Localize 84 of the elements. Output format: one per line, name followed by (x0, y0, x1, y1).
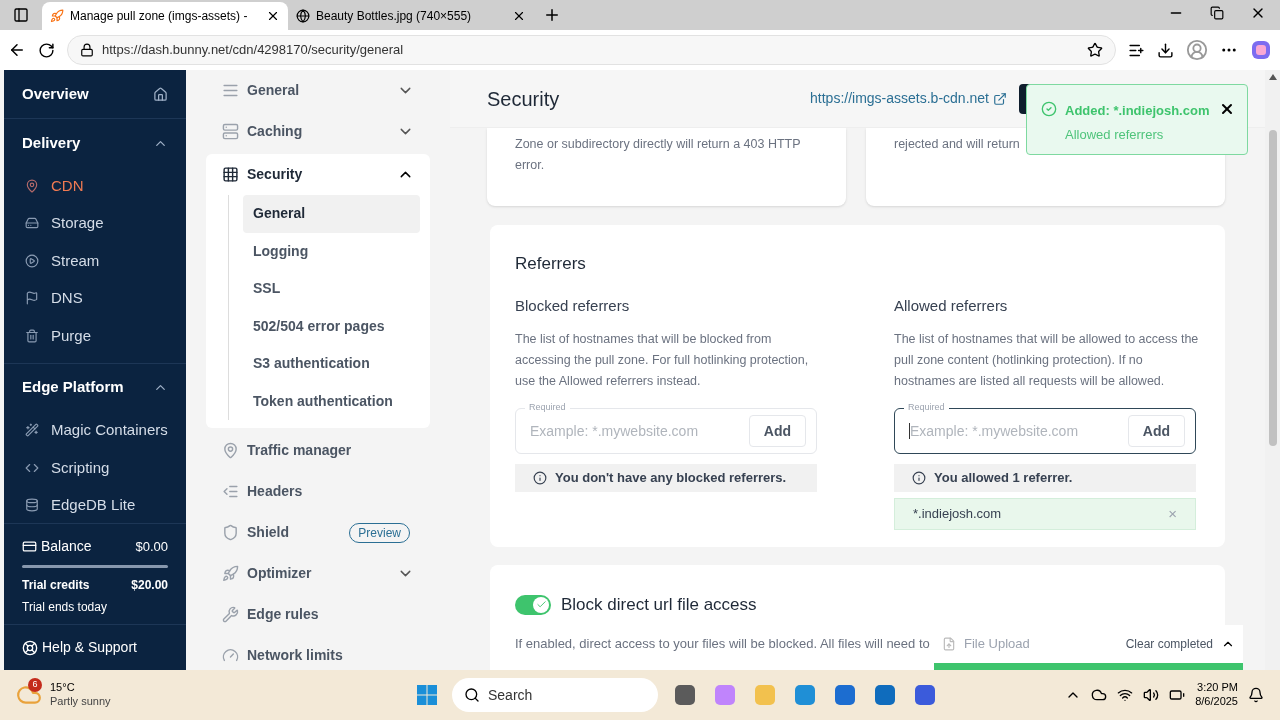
settings-subitem[interactable]: 502/504 error pages (243, 307, 420, 345)
settings-nav-item[interactable]: Security (206, 154, 430, 195)
nav-label: Headers (247, 482, 304, 501)
item-label: DNS (51, 288, 83, 308)
section-title: Edge Platform (22, 377, 124, 398)
card-title: Referrers (515, 253, 587, 275)
sidebar-item[interactable]: Storage (4, 204, 186, 242)
clock-time: 3:20 PM (1197, 681, 1238, 695)
nav-label: Caching (247, 122, 304, 141)
settings-subitem[interactable]: S3 authentication (243, 345, 420, 383)
item-label: Storage (51, 213, 104, 233)
nav-label: Network limits (247, 646, 344, 665)
settings-subitem[interactable]: Token authentication (243, 382, 420, 420)
settings-nav-item[interactable]: Network limits (206, 635, 430, 670)
settings-nav-item[interactable]: Shield Preview (206, 512, 430, 553)
address-bar[interactable]: https://dash.bunny.net/cdn/4298170/security/general (67, 35, 1116, 65)
add-button[interactable]: Add (1127, 415, 1185, 447)
sidebar-item[interactable]: Stream (4, 242, 186, 280)
column-title: Allowed referrers (894, 295, 1009, 316)
clock-date: 8/6/2025 (1195, 695, 1238, 709)
tab-title: Manage pull zone (imgs-assets) - (70, 8, 249, 25)
settings-nav-item[interactable]: Traffic manager (206, 430, 430, 471)
sidebar-item[interactable]: DNS (4, 279, 186, 317)
item-label: EdgeDB Lite (51, 495, 136, 515)
nav-label: Shield (247, 523, 290, 542)
browser-tab[interactable]: Beauty Bottles.jpg (740×555) (288, 2, 534, 30)
settings-subitem[interactable]: SSL (243, 270, 420, 308)
tab-title: Beauty Bottles.jpg (740×555) (316, 8, 473, 25)
nav-label: Security (247, 165, 304, 184)
settings-subitem[interactable]: Logging (243, 232, 420, 270)
section-title: Overview (22, 83, 89, 104)
url-text: https://dash.bunny.net/cdn/4298170/security/general (102, 41, 405, 60)
toggle-label: Block direct url file access (561, 594, 757, 616)
sidebar-item[interactable]: Purge (4, 317, 186, 355)
trial-note: Trial ends today (22, 599, 108, 616)
sidebar-section[interactable]: Edge Platform (4, 363, 186, 412)
settings-nav-item[interactable]: Optimizer (206, 553, 430, 594)
column-title: Blocked referrers (515, 295, 631, 316)
taskbar-search[interactable]: Search (452, 678, 658, 712)
sidebar-item[interactable]: EdgeDB Lite (4, 486, 186, 523)
field-label: Required (525, 401, 570, 413)
weather-condition: Partly sunny (50, 695, 111, 709)
sidebar-section[interactable]: Delivery (4, 119, 186, 167)
section-title: Delivery (22, 132, 81, 153)
toast-title: Added: *.indiejosh.com (1065, 102, 1211, 120)
column-description: The list of hostnames that will be blocked from accessing the pull zone. For full hotlinking protection, use the Allowed referrers instead. (515, 331, 810, 390)
settings-subitem[interactable]: General (243, 195, 420, 233)
nav-label: Traffic manager (247, 441, 353, 460)
nav-label: Optimizer (247, 564, 313, 583)
notice-text: You don't have any blocked referrers. (555, 469, 787, 488)
item-label: Stream (51, 250, 100, 271)
sidebar-section[interactable]: Overview (4, 70, 186, 118)
toggle-description: If enabled, direct access to your files will be blocked. All files will need to (515, 634, 930, 653)
add-button[interactable]: Add (748, 415, 806, 447)
item-label: Magic Containers (51, 420, 168, 440)
card-description: rejected and will return (894, 136, 1020, 153)
zone-link[interactable]: https://imgs-assets.b-cdn.net (810, 88, 1007, 109)
nav-label: General (247, 81, 301, 100)
notice-text: You allowed 1 referrer. (934, 469, 1073, 488)
item-label: CDN (51, 175, 84, 196)
settings-nav-item[interactable]: General (206, 70, 430, 111)
page-title: Security (487, 86, 561, 112)
credits-amount: $20.00 (131, 577, 168, 594)
credits-label: Trial credits (22, 577, 90, 594)
balance-label: Balance (41, 537, 92, 556)
card-description: Zone or subdirectory directly will return a 403 HTTP error. (515, 136, 802, 174)
entry-host: *.indiejosh.com (913, 505, 1002, 524)
browser-tab[interactable]: Manage pull zone (imgs-assets) - (42, 2, 288, 30)
sidebar-item[interactable]: Scripting (4, 449, 186, 487)
field-label: Required (904, 401, 949, 413)
item-label: Scripting (51, 457, 110, 478)
item-label: Purge (51, 325, 92, 346)
settings-nav-item[interactable]: Headers (206, 471, 430, 512)
clear-completed-button[interactable]: Clear completed (1125, 635, 1213, 653)
sidebar-item[interactable]: Magic Containers (4, 411, 186, 449)
upload-title: File Upload (964, 635, 1031, 654)
notification-badge: 6 (28, 678, 42, 692)
weather-temp: 15°C (50, 681, 76, 695)
column-description: The list of hostnames that will be allowed to access the pull zone content (hotlinking protection). If no hostnames are listed all requests will be allowed. (894, 331, 1199, 390)
settings-nav-item[interactable]: Edge rules (206, 594, 430, 635)
toast-message: Allowed referrers (1065, 125, 1165, 144)
nav-label: Edge rules (247, 605, 320, 624)
balance-amount: $0.00 (135, 537, 168, 556)
settings-nav-item[interactable]: Caching (206, 111, 430, 152)
